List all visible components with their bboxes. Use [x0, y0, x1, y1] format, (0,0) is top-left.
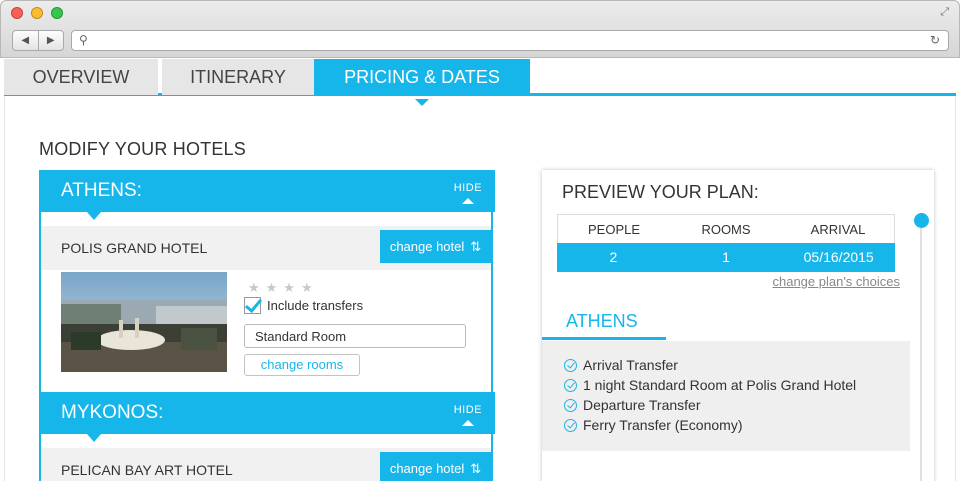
hotel-row: PELICAN BAY ART HOTEL change hotel ⇅ — [41, 448, 491, 481]
change-hotel-label: change hotel — [389, 239, 465, 254]
value-arrival: 05/16/2015 — [803, 249, 874, 265]
preview-title: PREVIEW YOUR PLAN: — [562, 182, 759, 202]
tab-pricing-dates[interactable]: PRICING & DATES — [314, 59, 530, 106]
include-transfers-checkbox[interactable] — [244, 297, 261, 314]
check-circle-icon — [564, 358, 577, 372]
header-rooms: ROOMS — [701, 222, 751, 237]
hide-toggle[interactable]: HIDE — [454, 404, 482, 426]
swap-icon: ⇅ — [470, 238, 482, 254]
itinerary-list: Arrival Transfer 1 night Standard Room a… — [542, 341, 910, 451]
preview-panel: PREVIEW YOUR PLAN: PEOPLE ROOMS ARRIVAL … — [542, 170, 934, 481]
change-hotel-button[interactable]: change hotel ⇅ — [380, 452, 491, 481]
tab-overview[interactable]: OVERVIEW — [4, 59, 158, 95]
header-notch — [87, 212, 101, 220]
hotel-details: ★★★★ Include transfers Standard Room cha… — [41, 270, 491, 392]
header-notch — [87, 434, 101, 442]
header-arrival: ARRIVAL — [810, 222, 866, 237]
change-hotel-label: change hotel — [389, 461, 465, 476]
tab-itinerary[interactable]: ITINERARY — [162, 59, 314, 95]
city-header-mykonos: MYKONOS: HIDE — [41, 392, 495, 442]
list-item: Ferry Transfer (Economy) — [564, 415, 910, 435]
value-people: 2 — [609, 249, 618, 265]
city-name: MYKONOS: — [61, 402, 164, 423]
tab-bar: OVERVIEW ITINERARY PRICING & DATES — [4, 58, 956, 106]
browser-chrome: ⤢ ◀ ▶ ⚲ ↻ — [0, 0, 960, 58]
change-rooms-button[interactable]: change rooms — [244, 354, 360, 376]
include-transfers-control[interactable]: Include transfers — [244, 297, 363, 314]
plan-table-header: PEOPLE ROOMS ARRIVAL — [557, 214, 895, 243]
plan-table-values: 2 1 05/16/2015 — [557, 243, 895, 272]
history-nav: ◀ ▶ — [12, 30, 64, 51]
change-hotel-button[interactable]: change hotel ⇅ — [380, 230, 491, 263]
scroll-track[interactable] — [920, 222, 922, 481]
hotel-row: POLIS GRAND HOTEL change hotel ⇅ — [41, 226, 491, 270]
close-window-button[interactable] — [11, 7, 23, 19]
list-item-label: Departure Transfer — [583, 397, 701, 413]
list-item-label: Ferry Transfer (Economy) — [583, 417, 743, 433]
scroll-handle[interactable] — [914, 213, 929, 228]
include-transfers-label: Include transfers — [267, 298, 364, 313]
hotel-name: PELICAN BAY ART HOTEL — [61, 462, 233, 478]
section-title: MODIFY YOUR HOTELS — [39, 139, 246, 159]
room-type-field[interactable]: Standard Room — [244, 324, 466, 348]
hotel-photo — [61, 272, 227, 372]
hide-label: HIDE — [453, 182, 482, 194]
chevron-up-icon — [461, 420, 474, 426]
change-plan-link[interactable]: change plan's choices — [772, 274, 900, 289]
list-item-label: Arrival Transfer — [583, 357, 678, 373]
address-bar[interactable]: ⚲ ↻ — [71, 30, 949, 51]
zoom-window-button[interactable] — [51, 7, 63, 19]
swap-icon: ⇅ — [470, 460, 482, 476]
city-header-athens: ATHENS: HIDE — [41, 170, 495, 220]
hotels-panel: ATHENS: HIDE POLIS GRAND HOTEL change ho… — [39, 170, 495, 481]
check-circle-icon — [564, 418, 577, 432]
forward-button[interactable]: ▶ — [39, 31, 64, 50]
reload-icon[interactable]: ↻ — [930, 33, 940, 47]
list-item-label: 1 night Standard Room at Polis Grand Hot… — [583, 377, 857, 393]
list-item: Departure Transfer — [564, 395, 910, 415]
check-circle-icon — [564, 398, 577, 412]
hotel-name: POLIS GRAND HOTEL — [61, 240, 208, 256]
preview-city-tab[interactable]: ATHENS — [542, 306, 666, 340]
value-rooms: 1 — [722, 249, 730, 265]
star-rating: ★★★★ — [248, 280, 319, 295]
list-item: 1 night Standard Room at Polis Grand Hot… — [564, 375, 910, 395]
fullscreen-icon[interactable]: ⤢ — [940, 6, 949, 19]
header-people: PEOPLE — [587, 222, 641, 237]
list-item: Arrival Transfer — [564, 355, 910, 375]
search-icon: ⚲ — [79, 33, 88, 47]
hide-toggle[interactable]: HIDE — [454, 182, 482, 204]
hide-label: HIDE — [453, 404, 482, 416]
plan-table: PEOPLE ROOMS ARRIVAL 2 1 05/16/2015 — [557, 214, 895, 272]
chevron-up-icon — [461, 198, 474, 204]
minimize-window-button[interactable] — [31, 7, 43, 19]
check-circle-icon — [564, 378, 577, 392]
city-name: ATHENS: — [61, 180, 142, 201]
back-button[interactable]: ◀ — [13, 31, 39, 50]
